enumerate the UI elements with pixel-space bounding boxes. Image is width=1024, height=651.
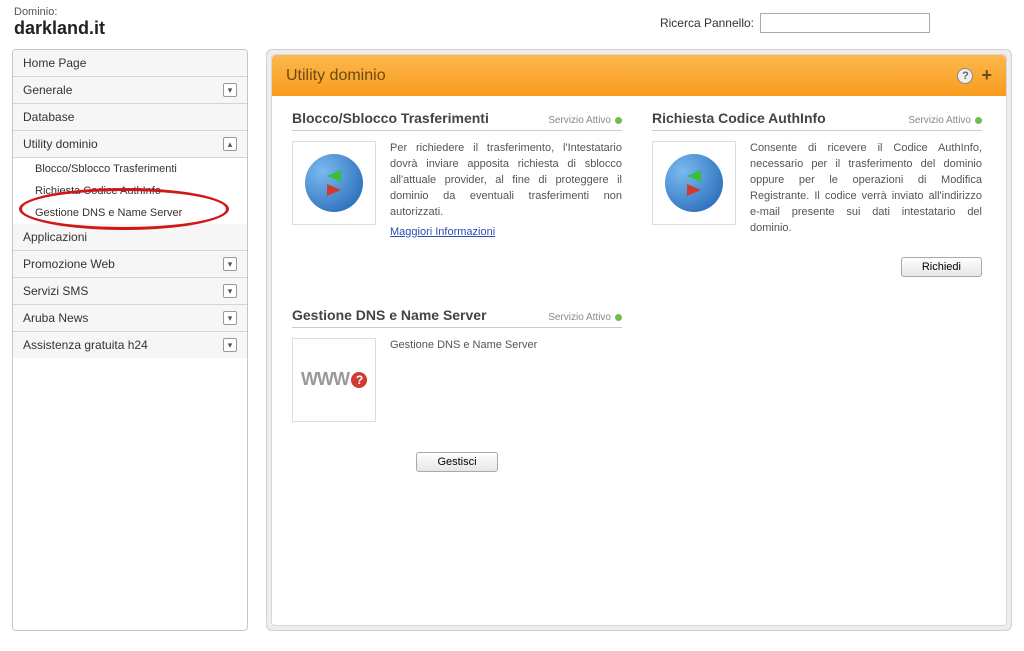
chevron-down-icon: ▾: [223, 257, 237, 271]
chevron-down-icon: ▾: [223, 338, 237, 352]
card-title: Richiesta Codice AuthInfo: [652, 110, 826, 126]
search-input[interactable]: [760, 13, 930, 33]
submenu-dns[interactable]: Gestione DNS e Name Server: [13, 202, 247, 224]
card-title: Blocco/Sblocco Trasferimenti: [292, 110, 489, 126]
sidebar-item-sms[interactable]: Servizi SMS▾: [13, 278, 247, 305]
domain-name: darkland.it: [14, 18, 105, 39]
sidebar-item-utility[interactable]: Utility dominio▴: [13, 131, 247, 158]
chevron-down-icon: ▾: [223, 83, 237, 97]
card-dns: Gestione DNS e Name Server Servizio Atti…: [292, 307, 622, 472]
status-badge: Servizio Attivo: [548, 312, 622, 323]
submenu-authinfo[interactable]: Richiesta Codice AuthInfo: [13, 180, 247, 202]
transfer-icon: [652, 141, 736, 225]
sidebar-item-assistenza[interactable]: Assistenza gratuita h24▾: [13, 332, 247, 358]
card-description: Gestione DNS e Name Server: [390, 338, 537, 422]
sidebar-item-home[interactable]: Home Page: [13, 50, 247, 77]
transfer-icon: [292, 141, 376, 225]
card-authinfo: Richiesta Codice AuthInfo Servizio Attiv…: [652, 110, 982, 277]
more-info-link[interactable]: Maggiori Informazioni: [390, 225, 495, 241]
sidebar-item-applicazioni[interactable]: Applicazioni: [13, 224, 247, 251]
sidebar: Home Page Generale▾ Database Utility dom…: [12, 49, 248, 631]
sidebar-item-database[interactable]: Database: [13, 104, 247, 131]
card-title: Gestione DNS e Name Server: [292, 307, 487, 323]
sidebar-item-generale[interactable]: Generale▾: [13, 77, 247, 104]
status-badge: Servizio Attivo: [908, 115, 982, 126]
richiedi-button[interactable]: Richiedi: [901, 257, 982, 277]
sidebar-item-promozione[interactable]: Promozione Web▾: [13, 251, 247, 278]
chevron-up-icon: ▴: [223, 137, 237, 151]
page-title: Utility dominio: [286, 67, 386, 85]
search-label: Ricerca Pannello:: [660, 16, 754, 30]
sidebar-item-news[interactable]: Aruba News▾: [13, 305, 247, 332]
card-description: Consente di ricevere il Codice AuthInfo,…: [750, 141, 982, 237]
www-icon: WWW?: [292, 338, 376, 422]
submenu-blocco[interactable]: Blocco/Sblocco Trasferimenti: [13, 158, 247, 180]
card-blocco: Blocco/Sblocco Trasferimenti Servizio At…: [292, 110, 622, 277]
gestisci-button[interactable]: Gestisci: [416, 452, 497, 472]
status-badge: Servizio Attivo: [548, 115, 622, 126]
chevron-down-icon: ▾: [223, 284, 237, 298]
domain-label: Dominio:: [14, 6, 105, 18]
card-description: Per richiedere il trasferimento, l'Intes…: [390, 142, 622, 218]
content-panel: Utility dominio ? + Blocco/Sblocco Trasf…: [266, 49, 1012, 631]
chevron-down-icon: ▾: [223, 311, 237, 325]
plus-icon[interactable]: +: [981, 65, 992, 86]
help-icon[interactable]: ?: [957, 68, 973, 84]
